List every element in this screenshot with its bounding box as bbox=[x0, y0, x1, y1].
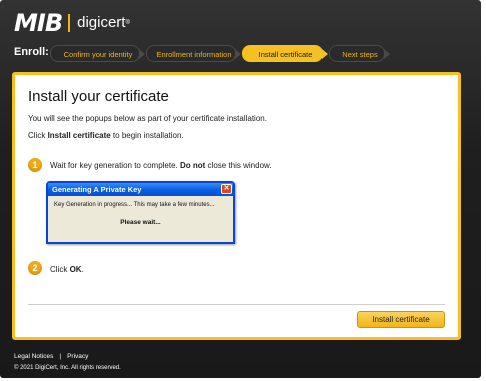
close-icon[interactable]: ✕ bbox=[221, 184, 232, 194]
mib-logo: MIB bbox=[14, 9, 63, 37]
privacy-link[interactable]: Privacy bbox=[67, 353, 88, 360]
intro-text: You will see the popups below as part of… bbox=[28, 114, 267, 123]
enroll-label: Enroll: bbox=[14, 46, 49, 58]
footer-links: Legal Notices | Privacy bbox=[14, 353, 88, 360]
step-2-text: Click OK. bbox=[50, 265, 84, 274]
install-certificate-button[interactable]: Install certificate bbox=[357, 311, 445, 328]
step-next-steps[interactable]: Next steps bbox=[329, 45, 390, 62]
footer-separator: | bbox=[59, 353, 62, 360]
divider bbox=[28, 304, 445, 305]
step-1-badge: 1 bbox=[28, 158, 42, 172]
step-1-text: Wait for key generation to complete. Do … bbox=[50, 161, 272, 170]
page-frame: MIB digicert® Enroll: Confirm your ident… bbox=[0, 0, 481, 378]
step-install-certificate[interactable]: Install certificate bbox=[242, 45, 328, 62]
digicert-logo: digicert® bbox=[77, 14, 130, 31]
mib-digicert-logo: MIB digicert® bbox=[14, 9, 130, 37]
step-2-badge: 2 bbox=[28, 261, 42, 275]
dialog-wait-text: Please wait... bbox=[120, 219, 161, 226]
page-title: Install your certificate bbox=[28, 88, 169, 105]
dialog-title: Generating A Private Key bbox=[52, 185, 142, 194]
step-confirm-identity[interactable]: Confirm your identity bbox=[50, 45, 145, 62]
install-panel: Install your certificate You will see th… bbox=[12, 72, 461, 340]
click-instruction: Click Install certificate to begin insta… bbox=[28, 131, 184, 140]
private-key-dialog: Generating A Private Key ✕ Key Generatio… bbox=[46, 181, 235, 244]
dialog-titlebar: Generating A Private Key ✕ bbox=[48, 183, 233, 196]
dialog-message: Key Generation in progress... This may t… bbox=[54, 202, 215, 208]
step-enrollment-information[interactable]: Enrollment information bbox=[146, 45, 241, 62]
logo-divider bbox=[68, 14, 71, 32]
legal-notices-link[interactable]: Legal Notices bbox=[14, 353, 53, 360]
copyright-text: © 2021 DigiCert, Inc. All rights reserve… bbox=[14, 365, 121, 371]
